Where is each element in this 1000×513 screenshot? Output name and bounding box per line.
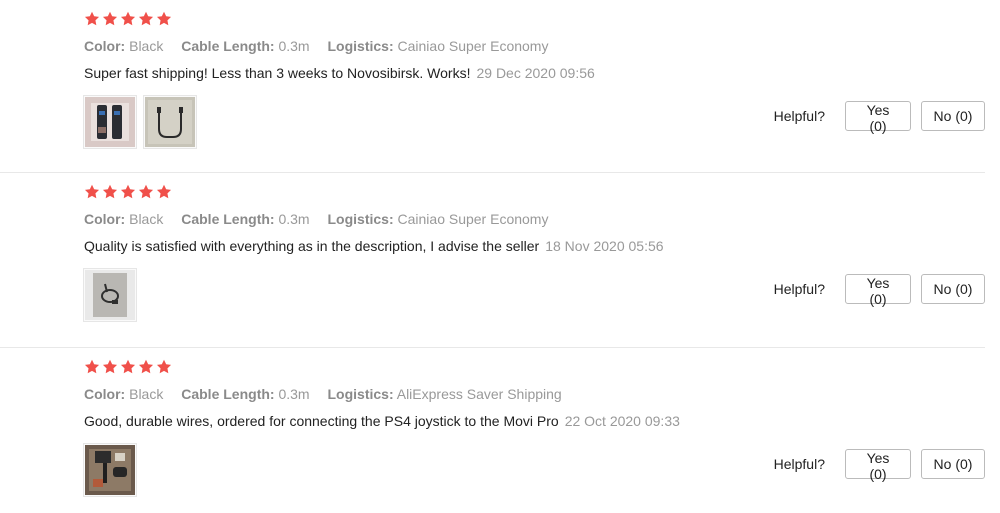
helpful-yes-button[interactable]: Yes (0) bbox=[845, 101, 911, 134]
review-photos bbox=[83, 443, 137, 497]
logistics-attribute: Logistics: AliExpress Saver Shipping bbox=[327, 386, 561, 402]
review-photo-thumbnail[interactable] bbox=[83, 95, 137, 149]
photo-coiled-cable bbox=[85, 270, 135, 320]
star-icon bbox=[84, 184, 100, 199]
cable-length-value: 0.3m bbox=[278, 38, 310, 54]
helpful-label: Helpful? bbox=[773, 281, 825, 297]
color-attribute: Color: Black bbox=[84, 38, 163, 54]
helpful-yes-button[interactable]: Yes (0) bbox=[845, 449, 911, 482]
review-item: Color: Black Cable Length: 0.3m Logistic… bbox=[0, 347, 985, 513]
cable-length-attribute: Cable Length: 0.3m bbox=[181, 211, 309, 227]
color-value: Black bbox=[129, 38, 164, 54]
review-photo-thumbnail[interactable] bbox=[143, 95, 197, 149]
review-text: Good, durable wires, ordered for connect… bbox=[84, 413, 559, 429]
photo-single-cable bbox=[145, 97, 195, 147]
review-item: Color: Black Cable Length: 0.3m Logistic… bbox=[0, 0, 985, 172]
logistics-label: Logistics: bbox=[327, 38, 394, 54]
color-attribute: Color: Black bbox=[84, 211, 163, 227]
photo-cables-in-packaging bbox=[85, 97, 135, 147]
cable-length-attribute: Cable Length: 0.3m bbox=[181, 38, 309, 54]
star-icon bbox=[138, 359, 154, 374]
helpful-label: Helpful? bbox=[773, 108, 825, 124]
color-attribute: Color: Black bbox=[84, 386, 163, 402]
review-text-line: Quality is satisfied with everything as … bbox=[84, 238, 664, 254]
review-photo-thumbnail[interactable] bbox=[83, 268, 137, 322]
helpful-no-button[interactable]: No (0) bbox=[921, 449, 985, 479]
star-icon bbox=[102, 359, 118, 374]
helpful-vote: Helpful? Yes (0) No (0) bbox=[773, 274, 985, 307]
review-date: 18 Nov 2020 05:56 bbox=[545, 238, 664, 254]
review-text-line: Good, durable wires, ordered for connect… bbox=[84, 413, 680, 429]
review-photo-thumbnail[interactable] bbox=[83, 443, 137, 497]
star-icon bbox=[156, 184, 172, 199]
logistics-value: Cainiao Super Economy bbox=[397, 38, 549, 54]
review-attributes: Color: Black Cable Length: 0.3m Logistic… bbox=[84, 386, 576, 402]
review-attributes: Color: Black Cable Length: 0.3m Logistic… bbox=[84, 211, 562, 227]
star-icon bbox=[138, 184, 154, 199]
star-icon bbox=[120, 184, 136, 199]
cable-length-attribute: Cable Length: 0.3m bbox=[181, 386, 309, 402]
star-icon bbox=[156, 359, 172, 374]
color-label: Color: bbox=[84, 211, 126, 227]
logistics-attribute: Logistics: Cainiao Super Economy bbox=[327, 38, 548, 54]
rating-stars bbox=[84, 184, 172, 200]
review-attributes: Color: Black Cable Length: 0.3m Logistic… bbox=[84, 38, 562, 54]
color-label: Color: bbox=[84, 386, 126, 402]
logistics-label: Logistics: bbox=[327, 211, 394, 227]
review-text: Super fast shipping! Less than 3 weeks t… bbox=[84, 65, 471, 81]
review-text-line: Super fast shipping! Less than 3 weeks t… bbox=[84, 65, 595, 81]
rating-stars bbox=[84, 359, 172, 375]
rating-stars bbox=[84, 11, 172, 27]
color-value: Black bbox=[129, 386, 164, 402]
cable-length-label: Cable Length: bbox=[181, 211, 275, 227]
star-icon bbox=[120, 11, 136, 26]
helpful-yes-button[interactable]: Yes (0) bbox=[845, 274, 911, 307]
color-label: Color: bbox=[84, 38, 126, 54]
helpful-no-button[interactable]: No (0) bbox=[921, 274, 985, 304]
helpful-label: Helpful? bbox=[773, 456, 825, 472]
review-photos bbox=[83, 95, 197, 149]
logistics-attribute: Logistics: Cainiao Super Economy bbox=[327, 211, 548, 227]
helpful-vote: Helpful? Yes (0) No (0) bbox=[773, 449, 985, 482]
photo-gimbal-setup bbox=[85, 445, 135, 495]
star-icon bbox=[84, 359, 100, 374]
logistics-value: AliExpress Saver Shipping bbox=[396, 386, 562, 402]
star-icon bbox=[138, 11, 154, 26]
color-value: Black bbox=[129, 211, 164, 227]
logistics-value: Cainiao Super Economy bbox=[397, 211, 549, 227]
helpful-vote: Helpful? Yes (0) No (0) bbox=[773, 101, 985, 134]
cable-length-label: Cable Length: bbox=[181, 38, 275, 54]
review-date: 22 Oct 2020 09:33 bbox=[564, 413, 680, 429]
cable-length-value: 0.3m bbox=[278, 211, 310, 227]
review-photos bbox=[83, 268, 137, 322]
star-icon bbox=[156, 11, 172, 26]
star-icon bbox=[120, 359, 136, 374]
star-icon bbox=[102, 184, 118, 199]
logistics-label: Logistics: bbox=[327, 386, 394, 402]
cable-length-label: Cable Length: bbox=[181, 386, 275, 402]
helpful-no-button[interactable]: No (0) bbox=[921, 101, 985, 131]
review-text: Quality is satisfied with everything as … bbox=[84, 238, 540, 254]
cable-length-value: 0.3m bbox=[278, 386, 310, 402]
review-item: Color: Black Cable Length: 0.3m Logistic… bbox=[0, 172, 985, 348]
star-icon bbox=[84, 11, 100, 26]
review-date: 29 Dec 2020 09:56 bbox=[476, 65, 595, 81]
star-icon bbox=[102, 11, 118, 26]
